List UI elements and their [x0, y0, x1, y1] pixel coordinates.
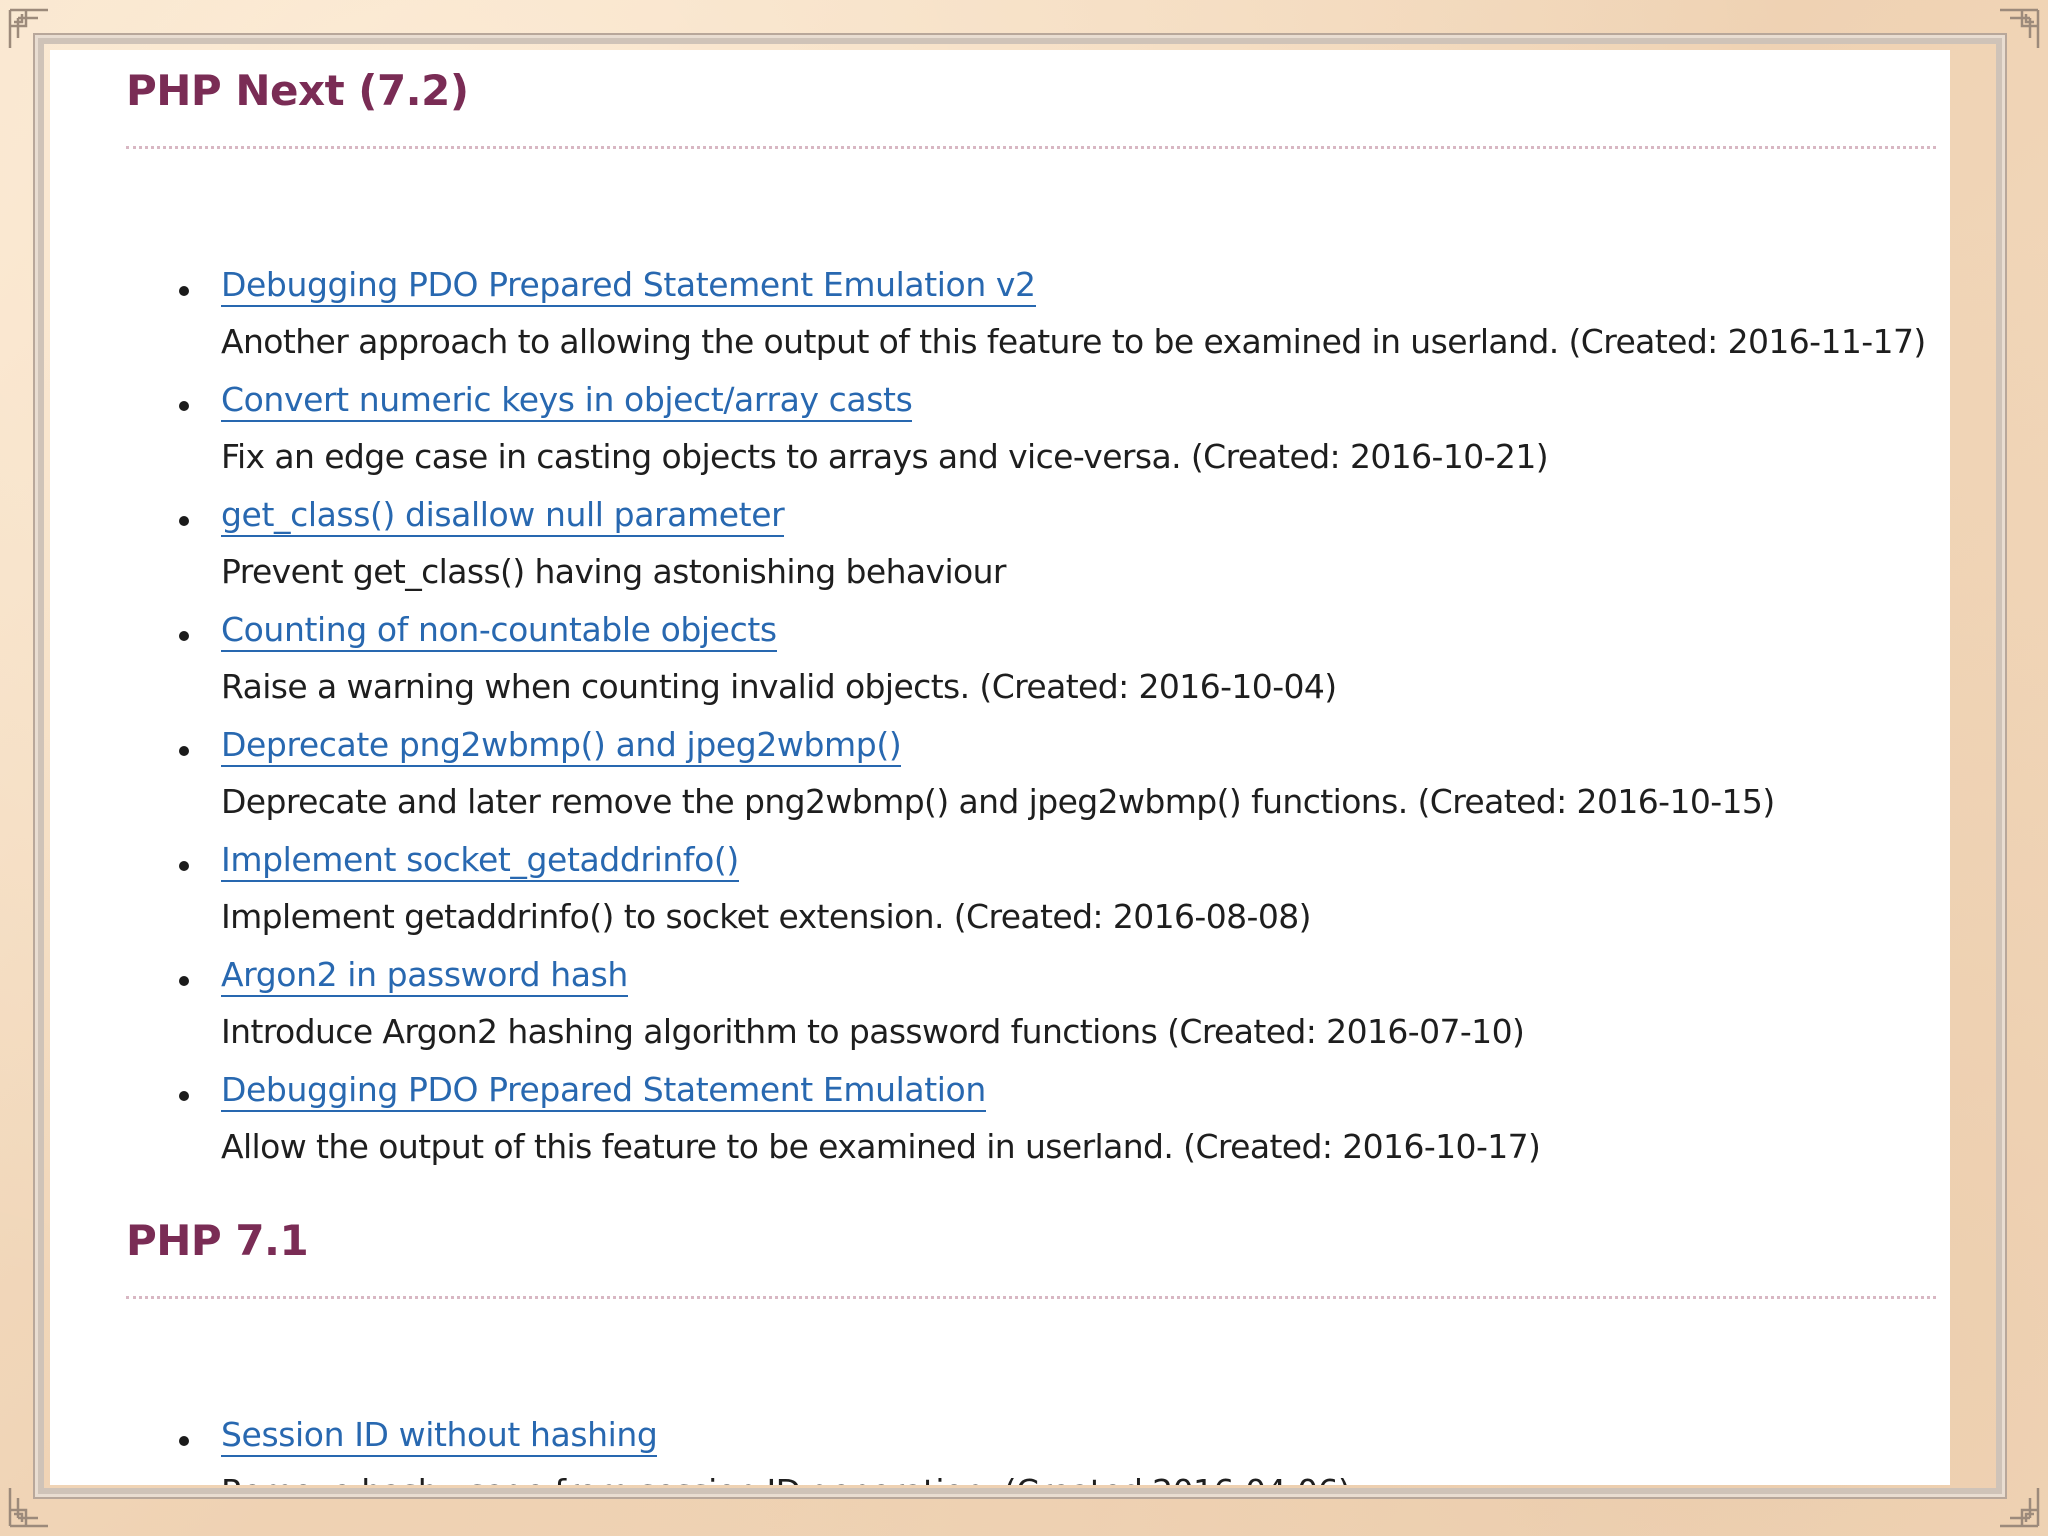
list-item: Argon2 in password hash Introduce Argon2… [126, 955, 1936, 1070]
list-item: Session ID without hashing Remove hash u… [126, 1415, 1936, 1485]
list-item: get_class() disallow null parameter Prev… [126, 495, 1936, 610]
bullet-icon [179, 401, 189, 411]
rfc-description: Implement getaddrinfo() to socket extens… [221, 897, 1312, 936]
list-item: Convert numeric keys in object/array cas… [126, 380, 1936, 495]
rfc-link[interactable]: Session ID without hashing [221, 1415, 658, 1457]
bullet-icon [179, 516, 189, 526]
rfc-description: Introduce Argon2 hashing algorithm to pa… [221, 1012, 1525, 1051]
bullet-icon [179, 631, 189, 641]
slide-content: PHP Next (7.2) Debugging PDO Prepared St… [50, 50, 1950, 1485]
list-item: Deprecate png2wbmp() and jpeg2wbmp() Dep… [126, 725, 1936, 840]
rfc-list: Session ID without hashing Remove hash u… [126, 1415, 1936, 1485]
section-php-71: PHP 7.1 Session ID without hashing Remov… [126, 1216, 1936, 1485]
rfc-link[interactable]: Counting of non-countable objects [221, 610, 777, 652]
rfc-description: Fix an edge case in casting objects to a… [221, 437, 1549, 476]
bullet-icon [179, 1436, 189, 1446]
rfc-link[interactable]: Argon2 in password hash [221, 955, 628, 997]
rfc-description: Prevent get_class() having astonishing b… [221, 552, 1006, 591]
rfc-list: Debugging PDO Prepared Statement Emulati… [126, 265, 1936, 1185]
bullet-icon [179, 286, 189, 296]
section-divider [126, 146, 1936, 149]
bullet-icon [179, 861, 189, 871]
section-title: PHP Next (7.2) [126, 66, 469, 115]
list-item: Debugging PDO Prepared Statement Emulati… [126, 1070, 1936, 1185]
rfc-description: Another approach to allowing the output … [221, 322, 1926, 361]
rfc-link[interactable]: Deprecate png2wbmp() and jpeg2wbmp() [221, 725, 902, 767]
rfc-description: Remove hash usage from session ID genera… [221, 1472, 1936, 1485]
bullet-icon [179, 976, 189, 986]
list-item: Implement socket_getaddrinfo() Implement… [126, 840, 1936, 955]
bullet-icon [179, 746, 189, 756]
list-item: Counting of non-countable objects Raise … [126, 610, 1936, 725]
rfc-description: Allow the output of this feature to be e… [221, 1127, 1541, 1166]
rfc-link[interactable]: Convert numeric keys in object/array cas… [221, 380, 913, 422]
rfc-description: Raise a warning when counting invalid ob… [221, 667, 1337, 706]
rfc-link[interactable]: Implement socket_getaddrinfo() [221, 840, 739, 882]
list-item: Debugging PDO Prepared Statement Emulati… [126, 265, 1936, 380]
rfc-link[interactable]: Debugging PDO Prepared Statement Emulati… [221, 1070, 986, 1112]
rfc-description: Deprecate and later remove the png2wbmp(… [221, 782, 1775, 821]
bullet-icon [179, 1091, 189, 1101]
section-php-next: PHP Next (7.2) Debugging PDO Prepared St… [126, 66, 1936, 1166]
section-title: PHP 7.1 [126, 1216, 309, 1265]
rfc-link[interactable]: Debugging PDO Prepared Statement Emulati… [221, 265, 1036, 307]
rfc-link[interactable]: get_class() disallow null parameter [221, 495, 785, 537]
section-divider [126, 1296, 1936, 1299]
